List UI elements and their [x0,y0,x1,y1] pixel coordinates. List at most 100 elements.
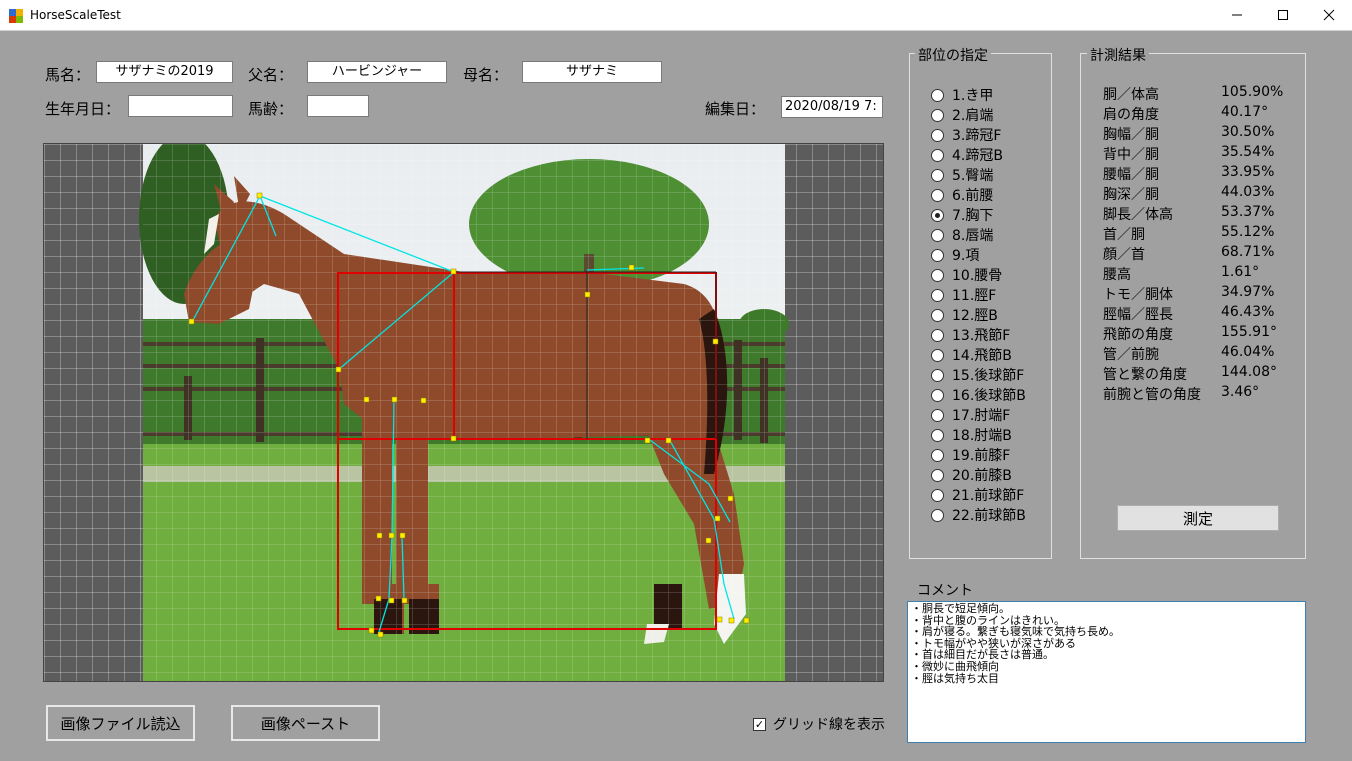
edit-date-field[interactable]: 2020/08/19 7: [781,96,883,118]
birthdate-label: 生年月日： [45,100,121,118]
result-name: 胸深／胴 [1103,187,1159,203]
result-value: 55.12% [1221,224,1275,240]
radio-icon[interactable] [931,168,944,182]
part-radio-16[interactable]: 16.後球節B [931,385,1026,405]
maximize-button[interactable] [1260,0,1306,30]
result-value: 34.97% [1221,284,1275,300]
radio-icon[interactable] [931,388,944,402]
part-radio-10[interactable]: 10.腰骨 [931,265,1002,285]
part-label: 9.項 [952,248,980,264]
horse-name-label: 馬名： [45,66,91,84]
part-radio-2[interactable]: 2.肩端 [931,105,993,125]
part-label: 7.胸下 [952,208,994,224]
radio-icon[interactable] [931,328,944,342]
part-radio-22[interactable]: 22.前球節B [931,505,1026,525]
grid-checkbox[interactable]: ✓ [753,717,766,731]
part-label: 13.飛節F [952,328,1011,344]
part-radio-3[interactable]: 3.蹄冠F [931,125,1001,145]
radio-icon[interactable] [931,428,944,442]
window-title: HorseScaleTest [30,8,121,22]
radio-icon[interactable] [931,448,944,462]
part-radio-5[interactable]: 5.臀端 [931,165,993,185]
radio-icon[interactable] [931,408,944,422]
sire-field[interactable]: ハービンジャー [307,61,447,83]
part-radio-12[interactable]: 12.脛B [931,305,998,325]
radio-icon[interactable] [931,288,944,302]
result-value: 144.08° [1221,364,1277,380]
part-label: 12.脛B [952,308,998,324]
results-title: 計測結果 [1087,45,1149,65]
birthdate-field[interactable] [128,95,233,117]
part-radio-14[interactable]: 14.飛節B [931,345,1012,365]
radio-icon[interactable] [931,188,944,202]
result-value: 53.37% [1221,204,1275,220]
radio-icon[interactable] [931,308,944,322]
radio-icon[interactable] [931,268,944,282]
grid-toggle[interactable]: ✓ グリッド線を表示 [753,714,885,734]
result-value: 30.50% [1221,124,1275,140]
part-label: 6.前腰 [952,188,994,204]
result-name: 胸幅／胴 [1103,127,1159,143]
radio-icon[interactable] [931,228,944,242]
part-radio-6[interactable]: 6.前腰 [931,185,993,205]
result-value: 40.17° [1221,104,1269,120]
result-value: 46.43% [1221,304,1275,320]
radio-icon[interactable] [931,348,944,362]
horse-photo [139,144,789,681]
part-label: 14.飛節B [952,348,1012,364]
result-name: 腰幅／胴 [1103,167,1159,183]
radio-icon[interactable] [931,248,944,262]
result-value: 33.95% [1221,164,1275,180]
comment-textarea[interactable]: ・胴長で短足傾向。 ・背中と腹のラインはきれい。 ・肩が寝る。繋ぎも寝気味で気持ち長… [907,601,1306,743]
part-radio-19[interactable]: 19.前膝F [931,445,1010,465]
load-image-button[interactable]: 画像ファイル読込 [46,705,195,741]
part-radio-1[interactable]: 1.き甲 [931,85,993,105]
radio-icon[interactable] [931,508,944,522]
radio-icon[interactable] [931,128,944,142]
grid-toggle-label: グリッド線を表示 [773,717,885,733]
minimize-button[interactable] [1214,0,1260,30]
radio-icon[interactable] [931,88,944,102]
result-value: 44.03% [1221,184,1275,200]
part-radio-15[interactable]: 15.後球節F [931,365,1024,385]
part-label: 22.前球節B [952,508,1026,524]
result-name: 腰高 [1103,267,1131,283]
radio-icon[interactable] [931,468,944,482]
part-radio-8[interactable]: 8.唇端 [931,225,993,245]
part-label: 15.後球節F [952,368,1025,384]
part-radio-18[interactable]: 18.肘端B [931,425,1012,445]
radio-icon[interactable] [931,148,944,162]
radio-icon[interactable] [931,368,944,382]
paste-image-button[interactable]: 画像ペースト [231,705,380,741]
part-radio-21[interactable]: 21.前球節F [931,485,1024,505]
part-radio-4[interactable]: 4.蹄冠B [931,145,1003,165]
result-value: 35.54% [1221,144,1275,160]
comment-line: ・脛は気持ち太目 [911,671,999,685]
result-name: 管／前腕 [1103,347,1159,363]
part-label: 16.後球節B [952,388,1026,404]
part-radio-7[interactable]: 7.胸下 [931,205,993,225]
radio-icon[interactable] [931,488,944,502]
part-radio-11[interactable]: 11.脛F [931,285,996,305]
radio-icon[interactable] [931,208,944,222]
result-name: トモ／胴体 [1103,287,1173,303]
parts-title: 部位の指定 [915,45,991,65]
measure-button[interactable]: 測定 [1117,505,1279,531]
part-label: 10.腰骨 [952,268,1003,284]
app-icon [9,9,23,23]
horse-image-canvas[interactable] [43,143,884,682]
dam-field[interactable]: サザナミ [522,61,662,83]
part-label: 3.蹄冠F [952,128,1002,144]
sire-label: 父名： [248,66,294,84]
minimize-icon [1232,14,1242,16]
radio-icon[interactable] [931,108,944,122]
age-field[interactable] [307,95,369,117]
age-label: 馬齢： [248,100,294,118]
close-button[interactable] [1306,0,1352,30]
part-label: 11.脛F [952,288,997,304]
horse-name-field[interactable]: サザナミの2019 [96,61,233,83]
part-radio-13[interactable]: 13.飛節F [931,325,1010,345]
part-radio-20[interactable]: 20.前膝B [931,465,1012,485]
part-radio-17[interactable]: 17.肘端F [931,405,1010,425]
part-radio-9[interactable]: 9.項 [931,245,979,265]
